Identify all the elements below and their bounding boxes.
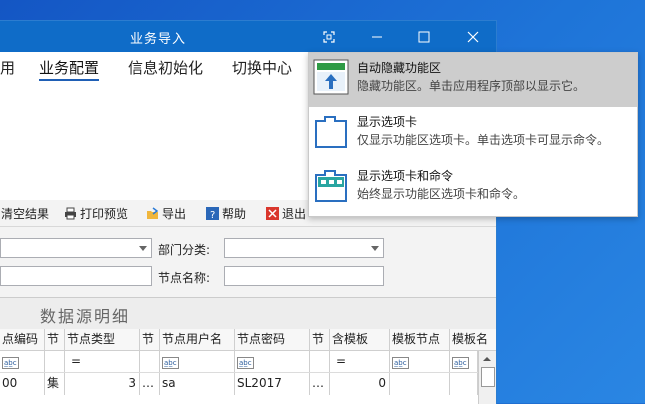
cell-ji: 集 — [45, 373, 65, 395]
category-select[interactable] — [0, 238, 152, 258]
export-label: 导出 — [162, 207, 187, 221]
ribbon-display-options-button[interactable] — [306, 21, 352, 52]
maximize-button[interactable] — [401, 21, 447, 52]
filter-row: a̲b̲c = a̲b̲c a̲b̲c = a̲b̲c a̲b̲c — [0, 351, 478, 373]
scroll-up-icon[interactable] — [479, 353, 495, 365]
tab-info-init[interactable]: 信息初始化 — [128, 57, 203, 78]
cell-pwd: SL2017 — [235, 373, 310, 395]
filter-cell[interactable]: a̲b̲c — [160, 351, 235, 372]
ribbon-display-icon — [323, 30, 335, 43]
cell-code: 00 — [0, 373, 45, 395]
cell-dots: … — [140, 373, 160, 395]
col-template[interactable]: 含模板 — [330, 329, 390, 350]
data-grid: 数据源明细 点编码 节 节点类型 节 节点用户名 节点密码 节 含模板 模板节点… — [0, 297, 496, 404]
filter-cell[interactable] — [45, 351, 65, 372]
exit-label: 退出 — [282, 207, 307, 221]
filter-cell[interactable]: = — [65, 351, 140, 372]
filter-form: 部门分类: 节点名称: — [0, 227, 496, 297]
show-tabs-title: 显示选项卡 — [357, 115, 418, 129]
filter-cell[interactable]: a̲b̲c — [0, 351, 45, 372]
window-title: 业务导入 — [130, 32, 187, 47]
col-user[interactable]: 节点用户名 — [160, 329, 235, 350]
clear-results-label: 清空结果 — [1, 207, 50, 221]
auto-hide-ribbon-title: 自动隐藏功能区 — [357, 61, 442, 75]
show-tabs-commands-icon — [315, 170, 347, 202]
text-filter-icon: a̲b̲c — [392, 357, 409, 369]
col-pwd[interactable]: 节点密码 — [235, 329, 310, 350]
auto-hide-ribbon-desc: 隐藏功能区。单击应用程序顶部以显示它。 — [357, 79, 586, 93]
col-ji[interactable]: 节 — [45, 329, 65, 350]
cell-template: 0 — [330, 373, 390, 395]
table-row[interactable]: 00 集 3 … sa SL2017 … 0 — [0, 373, 478, 395]
vertical-scrollbar[interactable] — [478, 351, 496, 404]
show-tabs-commands-option[interactable]: 显示选项卡和命令 始终显示功能区选项卡和命令。 — [309, 161, 637, 215]
maximize-icon — [418, 31, 430, 42]
show-tabs-commands-title: 显示选项卡和命令 — [357, 169, 454, 183]
help-label: 帮助 — [222, 207, 247, 221]
show-tabs-desc: 仅显示功能区选项卡。单击选项卡可显示命令。 — [357, 133, 610, 147]
clear-results-button[interactable]: 清空结果 — [1, 205, 49, 222]
exit-icon — [266, 207, 279, 220]
ribbon-display-options-menu: 自动隐藏功能区 隐藏功能区。单击应用程序顶部以显示它。 显示选项卡 仅显示功能区… — [308, 52, 638, 217]
tab-business-config[interactable]: 业务配置 — [39, 57, 100, 81]
filter-cell[interactable] — [140, 351, 160, 372]
printer-icon — [65, 207, 76, 220]
exit-button[interactable]: 退出 — [266, 205, 306, 222]
cell-template-name — [450, 373, 478, 395]
show-tabs-icon — [315, 116, 347, 148]
chevron-down-icon — [139, 246, 147, 251]
cell-type: 3 — [65, 373, 140, 395]
help-button[interactable]: ? 帮助 — [206, 205, 246, 222]
cell-template-node — [390, 373, 450, 395]
auto-hide-ribbon-option[interactable]: 自动隐藏功能区 隐藏功能区。单击应用程序顶部以显示它。 — [309, 53, 637, 107]
grid-title: 数据源明细 — [40, 307, 131, 326]
filter-cell[interactable]: a̲b̲c — [390, 351, 450, 372]
minimize-button[interactable] — [354, 21, 400, 52]
col-template-name[interactable]: 模板名 — [450, 329, 496, 350]
minimize-icon — [372, 36, 382, 37]
auto-hide-ribbon-icon — [313, 59, 349, 95]
show-tabs-commands-desc: 始终显示功能区选项卡和命令。 — [357, 187, 526, 201]
col-ji2[interactable]: 节 — [140, 329, 160, 350]
export-button[interactable]: 导出 — [146, 205, 186, 222]
col-node-type[interactable]: 节点类型 — [65, 329, 140, 350]
chevron-down-icon — [371, 246, 379, 251]
text-filter-icon: a̲b̲c — [2, 357, 19, 369]
cell-user: sa — [160, 373, 235, 395]
filter-cell[interactable]: = — [330, 351, 390, 372]
filter-cell[interactable] — [310, 351, 330, 372]
col-code[interactable]: 点编码 — [0, 329, 45, 350]
text-filter-icon: a̲b̲c — [452, 357, 469, 369]
folder-export-icon — [147, 207, 159, 219]
print-preview-label: 打印预览 — [80, 207, 129, 221]
grid-title-bar: 数据源明细 — [0, 298, 496, 329]
tab-switch-center[interactable]: 切换中心 — [232, 57, 292, 78]
print-preview-button[interactable]: 打印预览 — [64, 205, 128, 222]
col-ji3[interactable]: 节 — [310, 329, 330, 350]
svg-text:?: ? — [210, 210, 215, 220]
help-icon: ? — [206, 207, 219, 220]
text-filter-icon: a̲b̲c — [162, 357, 179, 369]
dept-label: 部门分类: — [158, 243, 211, 257]
dept-select[interactable] — [224, 238, 384, 258]
text-filter-icon: a̲b̲c — [237, 357, 254, 369]
node-name-label: 节点名称: — [158, 271, 211, 285]
close-button[interactable] — [450, 21, 496, 52]
tab-partial[interactable]: 用 — [0, 57, 15, 78]
show-tabs-option[interactable]: 显示选项卡 仅显示功能区选项卡。单击选项卡可显示命令。 — [309, 107, 637, 161]
node-name-input[interactable] — [224, 266, 384, 286]
filter-cell[interactable]: a̲b̲c — [450, 351, 478, 372]
filter-cell[interactable]: a̲b̲c — [235, 351, 310, 372]
col-template-node[interactable]: 模板节点 — [390, 329, 450, 350]
scroll-thumb[interactable] — [481, 367, 495, 387]
title-bar: 业务导入 — [0, 21, 496, 52]
cell-dots2: … — [310, 373, 330, 395]
text-input[interactable] — [0, 266, 152, 286]
close-icon — [467, 31, 479, 42]
grid-header: 点编码 节 节点类型 节 节点用户名 节点密码 节 含模板 模板节点 模板名 — [0, 329, 496, 351]
